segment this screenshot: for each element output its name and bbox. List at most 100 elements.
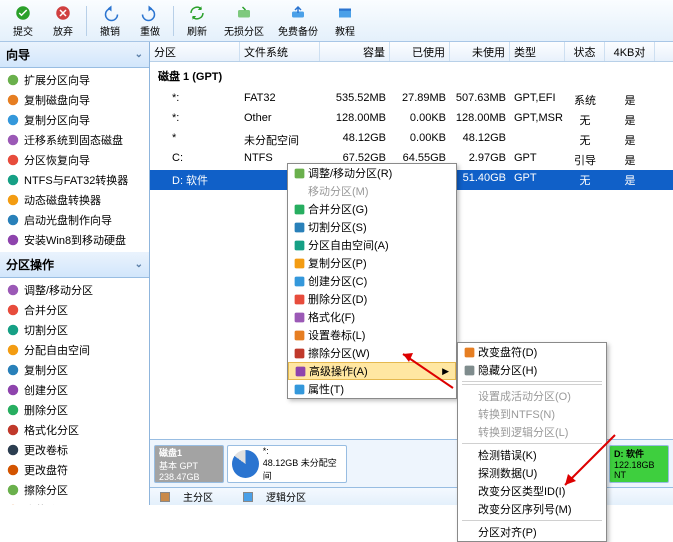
menu-icon bbox=[290, 383, 308, 396]
menu-separator bbox=[462, 381, 602, 382]
menu-item[interactable]: 分区自由空间(A) bbox=[288, 236, 456, 254]
partition-context-menu[interactable]: 调整/移动分区(R) 移动分区(M) 合并分区(G) 切割分区(S) 分区自由空… bbox=[287, 163, 457, 399]
menu-item[interactable]: 复制分区(P) bbox=[288, 254, 456, 272]
partition-row[interactable]: *: Other 128.00MB 0.00KB 128.00MB GPT,MS… bbox=[150, 110, 673, 130]
column-header[interactable]: 分区 bbox=[150, 42, 240, 61]
ops-item[interactable]: 调整/移动分区 bbox=[0, 280, 149, 300]
wizard-icon bbox=[6, 213, 20, 227]
backup-button[interactable]: 免费备份 bbox=[272, 2, 324, 40]
collapse-icon[interactable]: ⌄ bbox=[135, 259, 143, 270]
menu-item[interactable]: 高级操作(A) ▶ bbox=[288, 362, 456, 380]
ops-item-label: 擦除分区 bbox=[24, 482, 68, 498]
partition-row[interactable]: * 未分配空间 48.12GB 0.00KB 48.12GB 无 是 bbox=[150, 130, 673, 150]
partition-row[interactable]: *: FAT32 535.52MB 27.89MB 507.63MB GPT,E… bbox=[150, 90, 673, 110]
wipe-button[interactable]: 无损分区 bbox=[218, 2, 270, 40]
column-header[interactable]: 状态 bbox=[565, 42, 605, 61]
left-sidebar: 向导⌄ 扩展分区向导复制磁盘向导复制分区向导迁移系统到固态磁盘分区恢复向导 NTF… bbox=[0, 42, 150, 505]
menu-separator bbox=[462, 520, 602, 521]
menu-item[interactable]: 属性(T) bbox=[288, 380, 456, 398]
wizard-icon bbox=[6, 153, 20, 167]
menu-item[interactable]: 擦除分区(W) bbox=[288, 344, 456, 362]
menu-item-label: 检测错误(K) bbox=[478, 447, 537, 463]
column-header[interactable]: 文件系统 bbox=[240, 42, 320, 61]
ops-item[interactable]: 切割分区 bbox=[0, 320, 149, 340]
wizard-item-label: 安装Win8到移动硬盘 bbox=[24, 232, 126, 248]
ops-item-label: 调整/移动分区 bbox=[24, 282, 93, 298]
ops-item-label: 创建分区 bbox=[24, 382, 68, 398]
menu-item: 移动分区(M) bbox=[288, 182, 456, 200]
menu-item[interactable]: 切割分区(S) bbox=[288, 218, 456, 236]
column-header[interactable]: 4KB对齐 bbox=[605, 42, 655, 61]
menu-item[interactable]: 创建分区(C) bbox=[288, 272, 456, 290]
wizard-item-label: 分区恢复向导 bbox=[24, 152, 90, 168]
wizard-item[interactable]: 分区恢复向导 bbox=[0, 150, 149, 170]
menu-item-label: 复制分区(P) bbox=[308, 255, 367, 271]
ops-item[interactable]: 合并分区 bbox=[0, 300, 149, 320]
ops-item-label: 分配自由空间 bbox=[24, 342, 90, 358]
submit-button[interactable]: 提交 bbox=[4, 2, 42, 40]
column-header[interactable]: 容量 bbox=[320, 42, 390, 61]
menu-item[interactable]: 删除分区(D) bbox=[288, 290, 456, 308]
menu-item-label: 格式化(F) bbox=[308, 309, 355, 325]
wizard-item[interactable]: 启动光盘制作向导 bbox=[0, 210, 149, 230]
tutorial-button[interactable]: 教程 bbox=[326, 2, 364, 40]
wizard-item[interactable]: 复制磁盘向导 bbox=[0, 90, 149, 110]
wizard-panel-header[interactable]: 向导⌄ bbox=[0, 42, 149, 68]
ops-item[interactable]: 更改盘符 bbox=[0, 460, 149, 480]
menu-item[interactable]: 改变分区类型ID(I) bbox=[458, 482, 606, 500]
ops-item-label: 更改卷标 bbox=[24, 442, 68, 458]
ops-item[interactable]: 复制分区 bbox=[0, 360, 149, 380]
ops-item[interactable]: 隐藏分区 bbox=[0, 500, 149, 505]
wizard-item[interactable]: 动态磁盘转换器 bbox=[0, 190, 149, 210]
wizard-item[interactable]: 安装Win8到移动硬盘 bbox=[0, 230, 149, 250]
ops-item[interactable]: 格式化分区 bbox=[0, 420, 149, 440]
menu-item[interactable]: 合并分区(G) bbox=[288, 200, 456, 218]
redo-button[interactable]: 重做 bbox=[131, 2, 169, 40]
ops-item-label: 切割分区 bbox=[24, 322, 68, 338]
disk-card[interactable]: 磁盘1 基本 GPT 238.47GB bbox=[154, 445, 224, 483]
menu-item[interactable]: 分区对齐(P) bbox=[458, 523, 606, 541]
refresh-button[interactable]: 刷新 bbox=[178, 2, 216, 40]
menu-item[interactable]: 格式化(F) bbox=[288, 308, 456, 326]
ops-item[interactable]: 删除分区 bbox=[0, 400, 149, 420]
undo-button[interactable]: 撤销 bbox=[91, 2, 129, 40]
ops-item[interactable]: 更改卷标 bbox=[0, 440, 149, 460]
menu-item[interactable]: 调整/移动分区(R) bbox=[288, 164, 456, 182]
discard-button[interactable]: 放弃 bbox=[44, 2, 82, 40]
wizard-item[interactable]: NTFS与FAT32转换器 bbox=[0, 170, 149, 190]
menu-item-label: 改变分区类型ID(I) bbox=[478, 483, 565, 499]
wizard-item-label: 扩展分区向导 bbox=[24, 72, 90, 88]
ops-icon bbox=[6, 443, 20, 457]
menu-item[interactable]: 设置卷标(L) bbox=[288, 326, 456, 344]
menu-item-label: 转换到逻辑分区(L) bbox=[478, 424, 568, 440]
menu-item-label: 合并分区(G) bbox=[308, 201, 368, 217]
disk-group-label[interactable]: 磁盘 1 (GPT) bbox=[150, 62, 673, 90]
menu-item[interactable]: 隐藏分区(H) bbox=[458, 361, 606, 379]
selected-partition-block[interactable]: D: 软件 122.18GB NT bbox=[609, 445, 669, 483]
menu-icon bbox=[290, 347, 308, 360]
main-toolbar: 提交 放弃 撤销 重做 刷新 无损分区 免费备份 教程 bbox=[0, 0, 673, 42]
column-header[interactable]: 已使用 bbox=[390, 42, 450, 61]
ops-item-label: 复制分区 bbox=[24, 362, 68, 378]
advanced-submenu[interactable]: 改变盘符(D) 隐藏分区(H) 设置成活动分区(O) 转换到NTFS(N) 转换… bbox=[457, 342, 607, 542]
column-header[interactable]: 类型 bbox=[510, 42, 565, 61]
ops-panel-header[interactable]: 分区操作⌄ bbox=[0, 252, 149, 278]
menu-icon bbox=[290, 293, 308, 306]
wizard-item[interactable]: 复制分区向导 bbox=[0, 110, 149, 130]
wizard-item-label: 动态磁盘转换器 bbox=[24, 192, 101, 208]
menu-item-label: 移动分区(M) bbox=[308, 183, 369, 199]
menu-item[interactable]: 改变盘符(D) bbox=[458, 343, 606, 361]
menu-item[interactable]: 改变分区序列号(M) bbox=[458, 500, 606, 518]
menu-item-label: 擦除分区(W) bbox=[308, 345, 370, 361]
menu-item[interactable]: 探测数据(U) bbox=[458, 464, 606, 482]
wizard-item[interactable]: 迁移系统到固态磁盘 bbox=[0, 130, 149, 150]
wizard-item[interactable]: 扩展分区向导 bbox=[0, 70, 149, 90]
unallocated-block[interactable]: *:48.12GB 未分配空间 bbox=[227, 445, 347, 483]
ops-icon bbox=[6, 383, 20, 397]
column-header[interactable]: 未使用 bbox=[450, 42, 510, 61]
ops-item[interactable]: 创建分区 bbox=[0, 380, 149, 400]
collapse-icon[interactable]: ⌄ bbox=[135, 49, 143, 60]
menu-item[interactable]: 检测错误(K) bbox=[458, 446, 606, 464]
ops-item[interactable]: 分配自由空间 bbox=[0, 340, 149, 360]
ops-item[interactable]: 擦除分区 bbox=[0, 480, 149, 500]
